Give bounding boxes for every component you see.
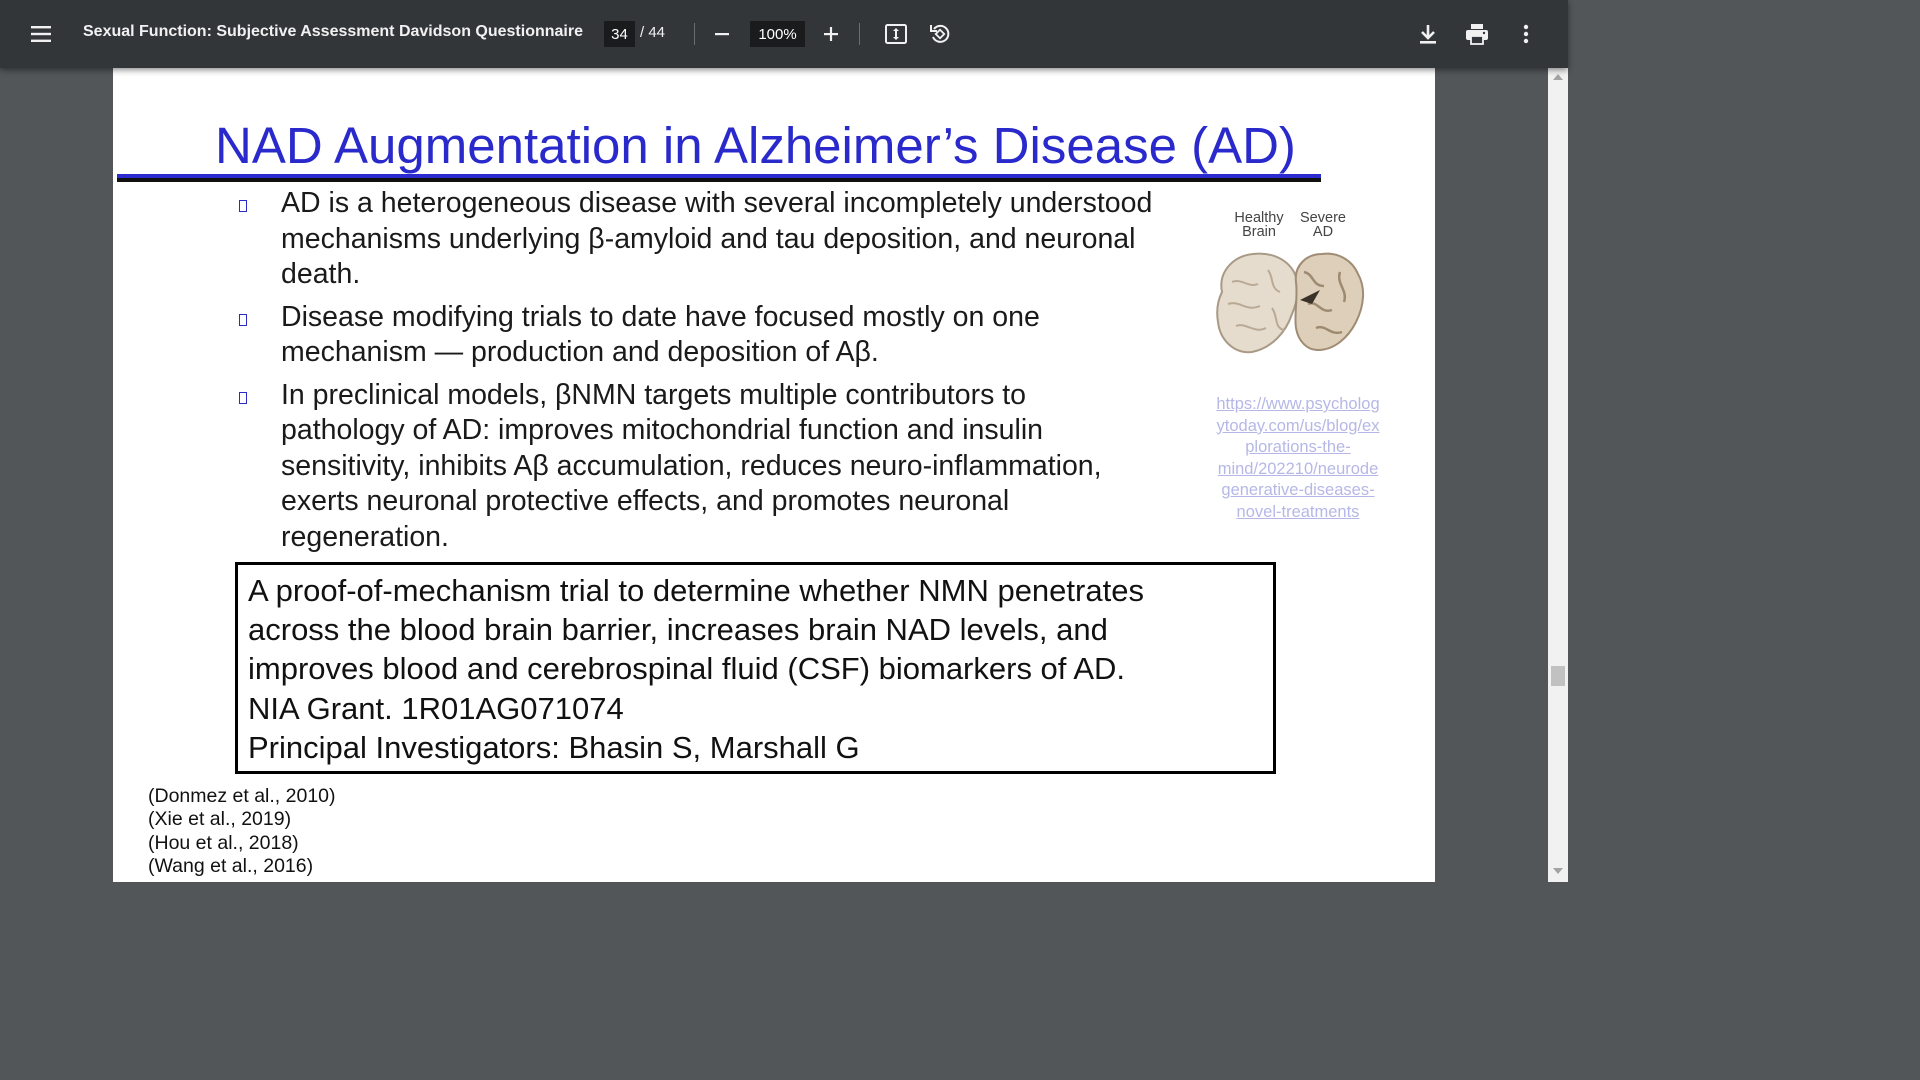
bullet-text-line: mechanism — production and deposition of…	[281, 336, 879, 368]
scroll-down-icon[interactable]	[1553, 868, 1563, 874]
toolbar-divider	[859, 23, 860, 45]
download-icon[interactable]	[1408, 14, 1448, 54]
bullet-text-line: pathology of AD: improves mitochondrial …	[281, 414, 1044, 446]
print-icon[interactable]	[1457, 14, 1497, 54]
bullet-text-line: regeneration.	[281, 520, 449, 553]
source-link[interactable]: https://www.psycholog ytoday.com/us/blog…	[1198, 394, 1398, 524]
page-number-input[interactable]: 34	[604, 21, 635, 47]
slide-title: NAD Augmentation in Alzheimer’s Disease …	[215, 117, 1296, 174]
bullet-text-line: In preclinical models, βNMN targets mult…	[281, 378, 1027, 411]
references: (Donmez et al., 2010) (Xie et al., 2019)…	[148, 785, 336, 879]
bullet-text-line: death.	[281, 258, 361, 290]
bullet-marker-icon	[239, 313, 247, 326]
zoom-level-input[interactable]: 100%	[750, 21, 805, 47]
trial-text-line: across the blood brain barrier, increase…	[248, 612, 1108, 648]
toolbar-divider	[694, 23, 695, 45]
bullet-text-line: mechanisms underlying β-amyloid and tau …	[281, 222, 1136, 255]
bullet-item: In preclinical models, βNMN targets mult…	[237, 378, 1187, 556]
reference-item: (Hou et al., 2018)	[148, 831, 299, 854]
healthy-brain-label: Healthy Brain	[1234, 210, 1284, 240]
reference-item: (Wang et al., 2016)	[148, 855, 314, 878]
severe-ad-label: Severe AD	[1300, 210, 1346, 240]
bullet-item: Disease modifying trials to date have fo…	[237, 300, 1187, 371]
principal-investigators: Principal Investigators: Bhasin S, Marsh…	[248, 729, 860, 765]
vertical-scrollbar[interactable]	[1548, 68, 1568, 882]
scroll-up-icon[interactable]	[1553, 74, 1563, 80]
minus-icon[interactable]	[702, 14, 742, 54]
page-total: / 44	[640, 24, 666, 41]
reference-item: (Xie et al., 2019)	[148, 808, 292, 831]
reference-item: (Donmez et al., 2010)	[148, 785, 336, 807]
pdf-toolbar: Sexual Function: Subjective Assessment D…	[0, 0, 1568, 68]
bullet-text-line: sensitivity, inhibits Aβ accumulation, r…	[281, 449, 1102, 482]
trial-text-line: improves blood and cerebrospinal fluid (…	[248, 651, 1125, 687]
grant-number: NIA Grant. 1R01AG071074	[248, 690, 624, 726]
title-underline-shadow	[117, 178, 1321, 182]
bullet-marker-icon	[239, 391, 247, 404]
trial-text-line: A proof-of-mechanism trial to determine …	[248, 573, 1144, 608]
bullet-item: AD is a heterogeneous disease with sever…	[237, 186, 1187, 293]
plus-icon[interactable]	[811, 14, 851, 54]
pdf-page: NAD Augmentation in Alzheimer’s Disease …	[113, 68, 1435, 882]
fit-to-page-icon[interactable]	[876, 14, 916, 54]
hamburger-menu-icon[interactable]	[21, 14, 61, 54]
bullet-marker-icon	[239, 200, 247, 212]
bullet-text-line: exerts neuronal protective effects, and …	[281, 485, 1010, 517]
brain-illustration	[1216, 252, 1364, 354]
rotate-icon[interactable]	[920, 14, 960, 54]
brain-comparison-image: Healthy Brain Severe AD	[1208, 208, 1378, 358]
scrollbar-thumb[interactable]	[1551, 666, 1565, 686]
bullet-text-line: AD is a heterogeneous disease with sever…	[281, 187, 1153, 219]
bullet-list: AD is a heterogeneous disease with sever…	[237, 186, 1187, 562]
more-vertical-icon[interactable]	[1506, 14, 1546, 54]
bullet-text-line: Disease modifying trials to date have fo…	[281, 300, 1040, 333]
document-title: Sexual Function: Subjective Assessment D…	[83, 23, 583, 40]
trial-description-box: A proof-of-mechanism trial to determine …	[235, 562, 1276, 774]
